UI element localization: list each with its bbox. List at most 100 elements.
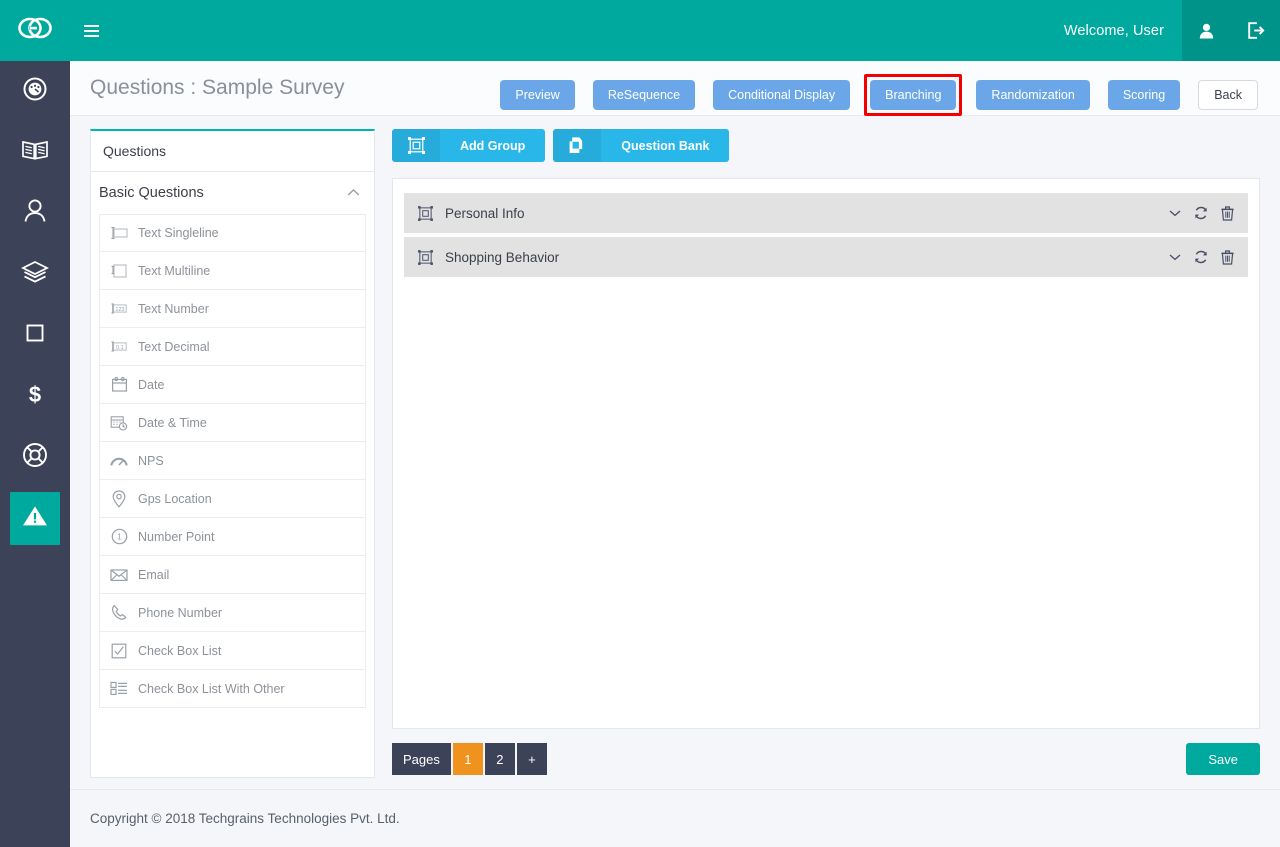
list-item-label: Phone Number bbox=[138, 605, 223, 620]
sidebar-item-library[interactable] bbox=[0, 122, 70, 183]
branching-button[interactable]: Branching bbox=[870, 80, 957, 110]
list-item-label: Text Singleline bbox=[138, 226, 219, 240]
map-pin-icon bbox=[110, 489, 128, 508]
list-item-label: NPS bbox=[138, 453, 164, 468]
questions-panel: Questions Basic Questions Text Singlelin… bbox=[90, 129, 375, 778]
svg-text:$: $ bbox=[29, 382, 41, 407]
survey-builder-panel: Add Group Question Bank Personal Info Sh… bbox=[375, 129, 1260, 811]
refresh-icon[interactable] bbox=[1194, 250, 1208, 264]
save-button[interactable]: Save bbox=[1186, 743, 1260, 775]
trash-icon[interactable] bbox=[1221, 205, 1234, 221]
sidebar-item-users[interactable] bbox=[0, 183, 70, 244]
randomization-button[interactable]: Randomization bbox=[976, 80, 1090, 110]
question-bank-button[interactable]: Question Bank bbox=[553, 129, 730, 162]
table-row[interactable]: Personal Info bbox=[404, 193, 1248, 233]
tab-questions[interactable]: Questions bbox=[91, 131, 195, 172]
list-item[interactable]: 123 Text Number bbox=[99, 290, 366, 328]
sidebar-item-support[interactable] bbox=[0, 427, 70, 488]
list-item[interactable]: Text Multiline bbox=[99, 252, 366, 290]
copy-pages-icon bbox=[553, 129, 602, 162]
sidebar-item-forms[interactable] bbox=[0, 305, 70, 366]
group-frame-icon bbox=[392, 129, 440, 162]
resequence-button[interactable]: ReSequence bbox=[592, 80, 696, 110]
sidebar-item-billing[interactable]: $ bbox=[0, 366, 70, 427]
scoring-button[interactable]: Scoring bbox=[1107, 80, 1181, 110]
list-item-label: Text Decimal bbox=[138, 339, 210, 354]
group-name: Personal Info bbox=[445, 205, 525, 221]
trash-icon[interactable] bbox=[1221, 249, 1234, 265]
dollar-icon: $ bbox=[25, 381, 45, 412]
list-item[interactable]: Date & Time bbox=[99, 404, 366, 442]
list-item[interactable]: Text Singleline bbox=[99, 214, 366, 252]
page-button-2[interactable]: 2 bbox=[484, 743, 515, 775]
question-bank-label: Question Bank bbox=[621, 138, 710, 153]
sidebar-item-dashboard[interactable] bbox=[0, 61, 70, 122]
question-type-list: Text Singleline Text Multiline 123 Text … bbox=[91, 214, 374, 708]
list-item[interactable]: Check Box List bbox=[99, 632, 366, 670]
list-item-label: Date & Time bbox=[138, 415, 207, 430]
user-profile-icon[interactable] bbox=[1182, 0, 1231, 61]
text-multiline-icon bbox=[110, 262, 128, 280]
group-frame-icon bbox=[416, 248, 434, 266]
top-navbar: Welcome, User bbox=[0, 0, 1280, 61]
tab-questions-label: Questions bbox=[103, 143, 167, 159]
user-icon bbox=[23, 198, 47, 229]
list-item[interactable]: Phone Number bbox=[99, 594, 366, 632]
table-row[interactable]: Shopping Behavior bbox=[404, 237, 1248, 277]
pager-row: Pages 1 2 + Save bbox=[392, 743, 1260, 775]
go-logo-icon bbox=[18, 17, 52, 44]
list-item[interactable]: Check Box List With Other bbox=[99, 670, 366, 708]
page-button-1[interactable]: 1 bbox=[452, 743, 483, 775]
welcome-message: Welcome, User bbox=[1063, 22, 1164, 39]
layers-icon bbox=[20, 259, 50, 290]
svg-text:1: 1 bbox=[117, 533, 122, 542]
back-button-wrap: Back bbox=[1194, 76, 1262, 114]
sidebar-item-surveys[interactable] bbox=[0, 488, 70, 549]
body-columns: Questions Basic Questions Text Singlelin… bbox=[70, 116, 1280, 811]
svg-text:123: 123 bbox=[115, 307, 124, 313]
app-logo[interactable] bbox=[0, 0, 70, 61]
group-frame-icon bbox=[416, 204, 434, 222]
sidebar-item-layers[interactable] bbox=[0, 244, 70, 305]
list-item[interactable]: Date bbox=[99, 366, 366, 404]
list-item-label: Check Box List bbox=[138, 643, 222, 658]
chevron-down-icon[interactable] bbox=[1169, 209, 1181, 217]
back-button[interactable]: Back bbox=[1198, 80, 1258, 110]
phone-icon bbox=[110, 604, 128, 622]
list-item-label: Email bbox=[138, 567, 170, 582]
chevron-down-icon[interactable] bbox=[1169, 253, 1181, 261]
topbar-actions bbox=[1182, 0, 1280, 61]
list-item[interactable]: Gps Location bbox=[99, 480, 366, 518]
square-icon bbox=[26, 324, 44, 347]
groups-container: Personal Info Shopping Behavior bbox=[392, 178, 1260, 729]
list-item-label: Gps Location bbox=[138, 491, 212, 506]
pages-label: Pages bbox=[392, 743, 451, 775]
accordion-basic-questions[interactable]: Basic Questions bbox=[91, 172, 374, 214]
add-page-button[interactable]: + bbox=[516, 743, 547, 775]
group-name: Shopping Behavior bbox=[445, 249, 560, 265]
logout-icon[interactable] bbox=[1231, 0, 1280, 61]
branching-button-highlight: Branching bbox=[864, 74, 963, 116]
add-group-button[interactable]: Add Group bbox=[392, 129, 546, 162]
list-item[interactable]: 1 Number Point bbox=[99, 518, 366, 556]
preview-button-wrap: Preview bbox=[496, 76, 578, 114]
conditional-display-button[interactable]: Conditional Display bbox=[713, 80, 851, 110]
randomization-button-wrap: Randomization bbox=[972, 76, 1093, 114]
checkbox-icon bbox=[110, 642, 128, 660]
chevron-up-icon[interactable] bbox=[347, 185, 360, 201]
page-header: Questions : Sample Survey Preview ReSequ… bbox=[70, 61, 1280, 116]
pagination: Pages 1 2 + bbox=[392, 743, 549, 775]
preview-button[interactable]: Preview bbox=[500, 80, 575, 110]
hamburger-menu-icon[interactable] bbox=[70, 0, 112, 61]
builder-toolbar: Add Group Question Bank bbox=[392, 129, 1260, 162]
page-action-buttons: Preview ReSequence Conditional Display B… bbox=[496, 74, 1262, 116]
list-item[interactable]: NPS bbox=[99, 442, 366, 480]
book-icon bbox=[21, 138, 49, 167]
refresh-icon[interactable] bbox=[1194, 206, 1208, 220]
list-item[interactable]: 0.1 Text Decimal bbox=[99, 328, 366, 366]
text-singleline-icon bbox=[110, 224, 128, 242]
list-item-label: Date bbox=[138, 377, 165, 392]
number-circle-icon: 1 bbox=[110, 528, 128, 546]
list-item[interactable]: Email bbox=[99, 556, 366, 594]
conditional-display-button-wrap: Conditional Display bbox=[709, 76, 854, 114]
